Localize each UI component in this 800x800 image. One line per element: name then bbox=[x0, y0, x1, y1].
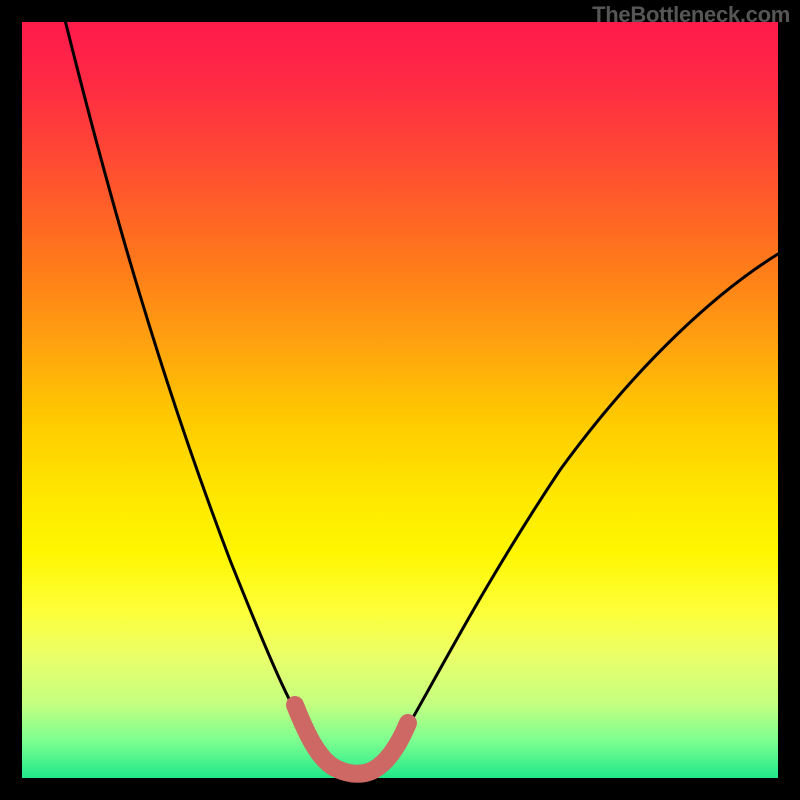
trough-highlight bbox=[295, 705, 408, 774]
bottleneck-curve bbox=[65, 20, 778, 772]
watermark-text: TheBottleneck.com bbox=[592, 2, 790, 28]
chart-svg bbox=[0, 0, 800, 800]
